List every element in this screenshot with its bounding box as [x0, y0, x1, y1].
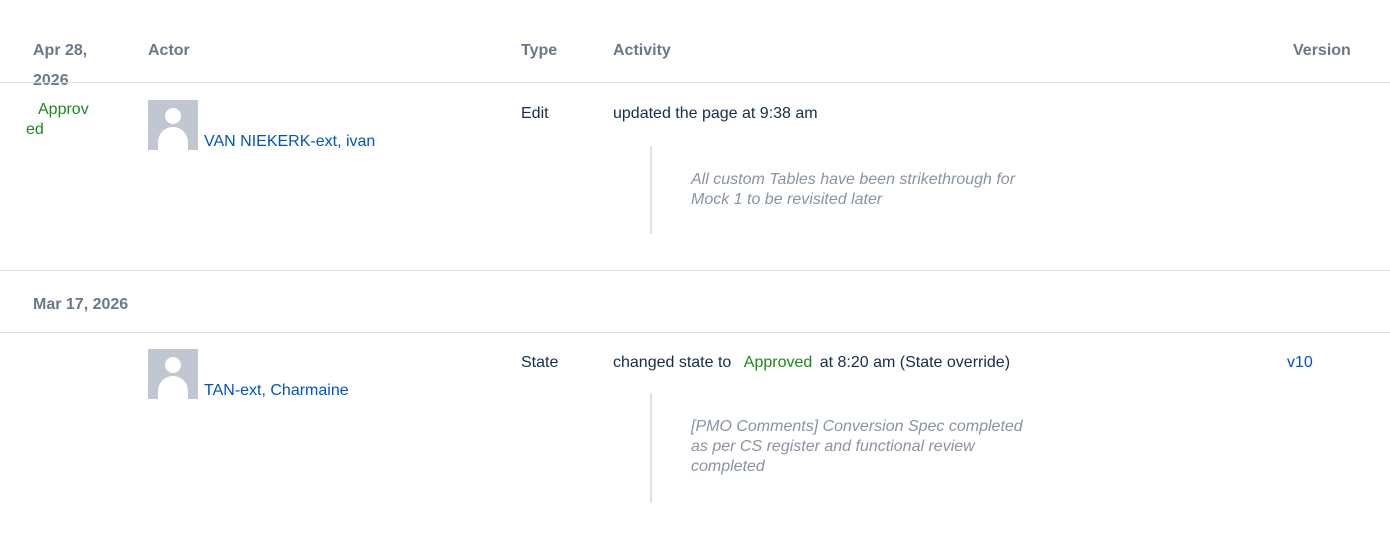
header-divider [0, 82, 1390, 83]
header-date: Apr 28, 2026 [33, 42, 88, 89]
row-divider [0, 270, 1390, 271]
header-type: Type [521, 42, 558, 59]
activity-suffix: at 8:20 am (State override) [819, 354, 1011, 371]
avatar-icon [148, 349, 198, 399]
activity-type: Edit [521, 105, 549, 122]
comment-quote: [PMO Comments] Conversion Spec completed… [650, 393, 1131, 503]
date-group-label: Mar 17, 2026 [33, 296, 129, 313]
activity-prefix: changed state to [613, 354, 732, 371]
actor-link[interactable]: VAN NIEKERK-ext, ivan [204, 132, 375, 152]
header-version: Version [1293, 42, 1351, 59]
date-group-divider [0, 332, 1390, 333]
comment-quote: All custom Tables have been strikethroug… [650, 146, 1131, 234]
activity-description: updated the page at 9:38 am [613, 105, 818, 122]
version-link[interactable]: v10 [1287, 353, 1313, 373]
state-badge-approved: Approved [743, 354, 813, 371]
header-actor: Actor [148, 42, 190, 59]
activity-description: changed state to Approved at 8:20 am (St… [613, 353, 1010, 373]
actor-link[interactable]: TAN-ext, Charmaine [204, 381, 349, 401]
header-activity: Activity [613, 42, 671, 59]
activity-type: State [521, 354, 559, 371]
state-badge-approved: Approv ed [26, 101, 89, 138]
avatar-icon [148, 100, 198, 150]
